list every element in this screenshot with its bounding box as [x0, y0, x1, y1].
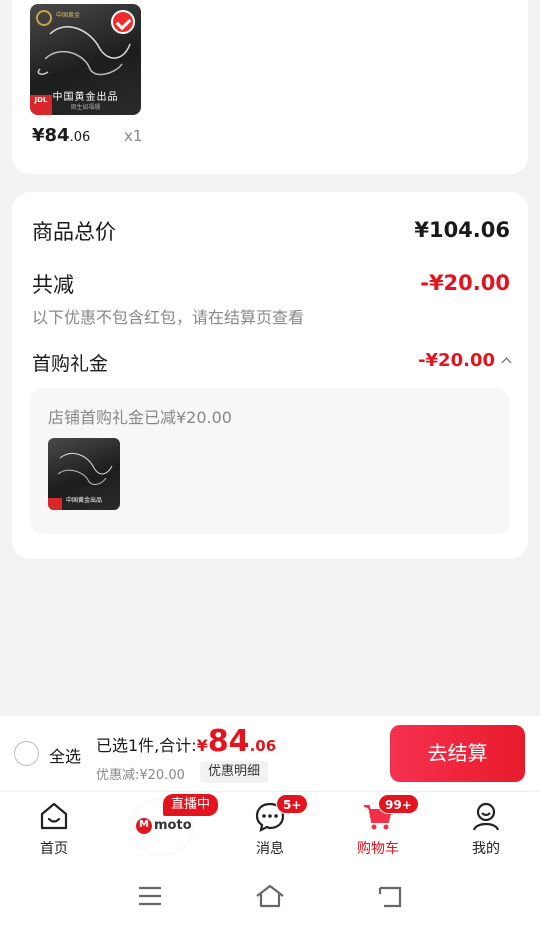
coupon-text: 店铺首购礼金已减¥20.00	[48, 408, 232, 427]
jd-badge: JDL	[30, 95, 52, 115]
selected-text: 已选1件,合计:	[96, 736, 197, 755]
cart-badge: 99+	[378, 794, 419, 814]
gift-label: 首购礼金	[32, 353, 109, 375]
menu-icon[interactable]	[138, 886, 162, 906]
product-price: ¥84.06	[32, 125, 90, 146]
checkout-button[interactable]: 去结算	[390, 725, 525, 782]
tab-home[interactable]: 首页	[0, 792, 108, 860]
discount-detail-button[interactable]: 优惠明细	[200, 761, 269, 783]
bottom-tabbar: 首页 消息 购物车 我的	[0, 792, 540, 860]
home-nav-icon[interactable]	[255, 884, 285, 908]
gift-value: -¥20.00	[418, 350, 495, 371]
select-all-label[interactable]: 全选	[49, 743, 81, 767]
select-all-radio[interactable]	[14, 741, 39, 766]
total-value: ¥104.06	[414, 218, 510, 242]
tab-mine[interactable]: 我的	[432, 792, 540, 860]
checkout-bar: 全选 已选1件,合计:¥84.06 优惠减:¥20.00 优惠明细 去结算	[0, 716, 540, 792]
reduce-label: 共减	[32, 273, 74, 297]
coupon-product-image[interactable]: 中国黄金出品	[48, 438, 120, 510]
back-icon[interactable]	[378, 886, 402, 908]
selected-check-icon[interactable]	[111, 10, 135, 34]
jd-badge-small	[48, 498, 62, 510]
product-image[interactable]: 中国黄金 中国黄金出品 周生如福珊 JDL	[30, 4, 141, 115]
tab-messages-label: 消息	[256, 841, 284, 857]
tab-mine-label: 我的	[472, 841, 500, 857]
home-icon	[40, 802, 68, 830]
product-card: 中国黄金 中国黄金出品 周生如福珊 JDL ¥84.06 x1	[12, 0, 528, 174]
discount-text: 优惠减:¥20.00	[96, 768, 185, 783]
reduce-value: -¥20.00	[420, 271, 510, 295]
product-qty: x1	[124, 127, 143, 145]
total-symbol: ¥	[196, 736, 208, 755]
total-dec: .06	[249, 737, 277, 755]
live-badge: 直播中	[163, 794, 219, 816]
total-int: 84	[207, 724, 250, 759]
moto-logo-icon	[136, 818, 152, 834]
price-int: 84	[44, 125, 70, 146]
messages-badge: 5+	[276, 794, 309, 814]
coupon-box: 店铺首购礼金已减¥20.00 中国黄金出品	[30, 388, 510, 534]
selected-summary: 已选1件,合计:¥84.06	[96, 724, 276, 759]
tab-cart-label: 购物车	[357, 841, 399, 857]
price-summary-card: 商品总价 ¥104.06 共减 -¥20.00 以下优惠不包含红包，请在结算页查…	[12, 192, 528, 559]
moto-label: moto	[154, 818, 192, 833]
gift-toggle[interactable]: -¥20.00	[418, 350, 512, 371]
price-symbol: ¥	[32, 125, 45, 146]
reduce-note: 以下优惠不包含红包，请在结算页查看	[32, 308, 305, 327]
system-nav-bar	[0, 860, 540, 929]
tab-home-label: 首页	[40, 841, 68, 857]
user-icon	[472, 802, 500, 831]
chevron-up-icon	[501, 357, 512, 367]
total-label: 商品总价	[32, 220, 116, 244]
price-dec: .06	[69, 130, 91, 145]
